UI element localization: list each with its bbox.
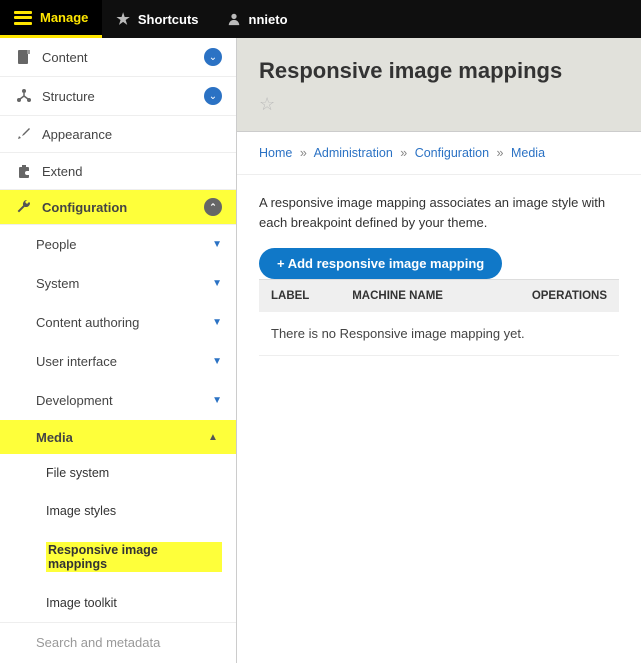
sidebar-item-appearance[interactable]: Appearance: [0, 116, 236, 153]
sidebar-item-extend[interactable]: Extend: [0, 153, 236, 190]
col-machine-name: MACHINE NAME: [340, 280, 489, 313]
sidebar-item-media[interactable]: Media ▲: [0, 420, 236, 454]
empty-message: There is no Responsive image mapping yet…: [259, 312, 619, 356]
sidebar-item-responsive-image-mappings[interactable]: Responsive image mappings: [0, 530, 236, 584]
crumb-home[interactable]: Home: [259, 146, 292, 160]
user-icon: [227, 12, 241, 26]
sidebar-item-file-system[interactable]: File system: [0, 454, 236, 492]
crumb-sep: »: [497, 146, 504, 160]
sidebar-item-configuration[interactable]: Configuration ⌃: [0, 190, 236, 225]
sidebar-label: People: [36, 237, 212, 252]
sidebar-label: Appearance: [42, 127, 222, 142]
content-icon: [14, 49, 34, 65]
chevron-up-icon: ⌃: [204, 198, 222, 216]
crumb-sep: »: [400, 146, 407, 160]
sidebar-item-user-interface[interactable]: User interface ▼: [0, 342, 236, 381]
chevron-down-icon: ▼: [212, 278, 222, 289]
topbar-user[interactable]: nnieto: [213, 0, 302, 38]
add-button-label: + Add responsive image mapping: [277, 256, 484, 271]
sidebar-label: Content: [42, 50, 204, 65]
topbar-shortcuts-label: Shortcuts: [138, 12, 199, 27]
topbar-user-label: nnieto: [249, 12, 288, 27]
appearance-icon: [14, 126, 34, 142]
wrench-icon: [14, 199, 34, 215]
star-icon: ★: [116, 12, 129, 27]
topbar-manage[interactable]: Manage: [0, 0, 102, 38]
sidebar-label: Development: [36, 393, 212, 408]
sidebar-item-development[interactable]: Development ▼: [0, 381, 236, 420]
chevron-down-icon: ⌄: [204, 48, 222, 66]
breadcrumb: Home » Administration » Configuration » …: [237, 132, 641, 175]
chevron-up-icon: ▲: [204, 428, 222, 446]
crumb-administration[interactable]: Administration: [314, 146, 393, 160]
crumb-configuration[interactable]: Configuration: [415, 146, 489, 160]
chevron-down-icon: ▼: [212, 239, 222, 250]
chevron-down-icon: ▼: [212, 317, 222, 328]
sidebar-item-content[interactable]: Content ⌄: [0, 38, 236, 77]
sidebar-item-content-authoring[interactable]: Content authoring ▼: [0, 303, 236, 342]
sidebar-item-image-styles[interactable]: Image styles: [0, 492, 236, 530]
col-operations: OPERATIONS: [490, 280, 619, 313]
favorite-star-icon[interactable]: ☆: [259, 94, 275, 114]
sidebar-label: File system: [46, 466, 109, 480]
topbar-manage-label: Manage: [40, 10, 88, 25]
crumb-sep: »: [300, 146, 307, 160]
page-description: A responsive image mapping associates an…: [259, 193, 619, 232]
add-responsive-image-mapping-button[interactable]: + Add responsive image mapping: [259, 248, 502, 279]
sidebar-item-system[interactable]: System ▼: [0, 264, 236, 303]
sidebar-label: Extend: [42, 164, 222, 179]
structure-icon: [14, 88, 34, 104]
topbar-shortcuts[interactable]: ★ Shortcuts: [102, 0, 212, 38]
sidebar-label: Responsive image mappings: [46, 542, 222, 572]
sidebar-label: Configuration: [42, 200, 204, 215]
sidebar-label: Search and metadata: [36, 635, 222, 650]
extend-icon: [14, 163, 34, 179]
sidebar-label: Structure: [42, 89, 204, 104]
sidebar-label: Image toolkit: [46, 596, 117, 610]
table-row-empty: There is no Responsive image mapping yet…: [259, 312, 619, 356]
sidebar-item-people[interactable]: People ▼: [0, 225, 236, 264]
sidebar-item-structure[interactable]: Structure ⌄: [0, 77, 236, 116]
sidebar-label: Media: [36, 430, 204, 445]
sidebar: Content ⌄ Structure ⌄ Appearance Extend: [0, 38, 237, 663]
sidebar-item-image-toolkit[interactable]: Image toolkit: [0, 584, 236, 622]
chevron-down-icon: ▼: [212, 395, 222, 406]
hamburger-icon: [14, 11, 32, 25]
col-label: LABEL: [259, 280, 340, 313]
page-title: Responsive image mappings: [259, 58, 619, 84]
sidebar-label: Content authoring: [36, 315, 212, 330]
chevron-down-icon: ⌄: [204, 87, 222, 105]
page-header: Responsive image mappings ☆: [237, 38, 641, 132]
sidebar-label: System: [36, 276, 212, 291]
crumb-media[interactable]: Media: [511, 146, 545, 160]
sidebar-label: User interface: [36, 354, 212, 369]
mappings-table: LABEL MACHINE NAME OPERATIONS There is n…: [259, 279, 619, 356]
main-content: Responsive image mappings ☆ Home » Admin…: [237, 38, 641, 663]
sidebar-item-search-metadata[interactable]: Search and metadata: [0, 622, 236, 662]
topbar: Manage ★ Shortcuts nnieto: [0, 0, 641, 38]
sidebar-label: Image styles: [46, 504, 116, 518]
chevron-down-icon: ▼: [212, 356, 222, 367]
